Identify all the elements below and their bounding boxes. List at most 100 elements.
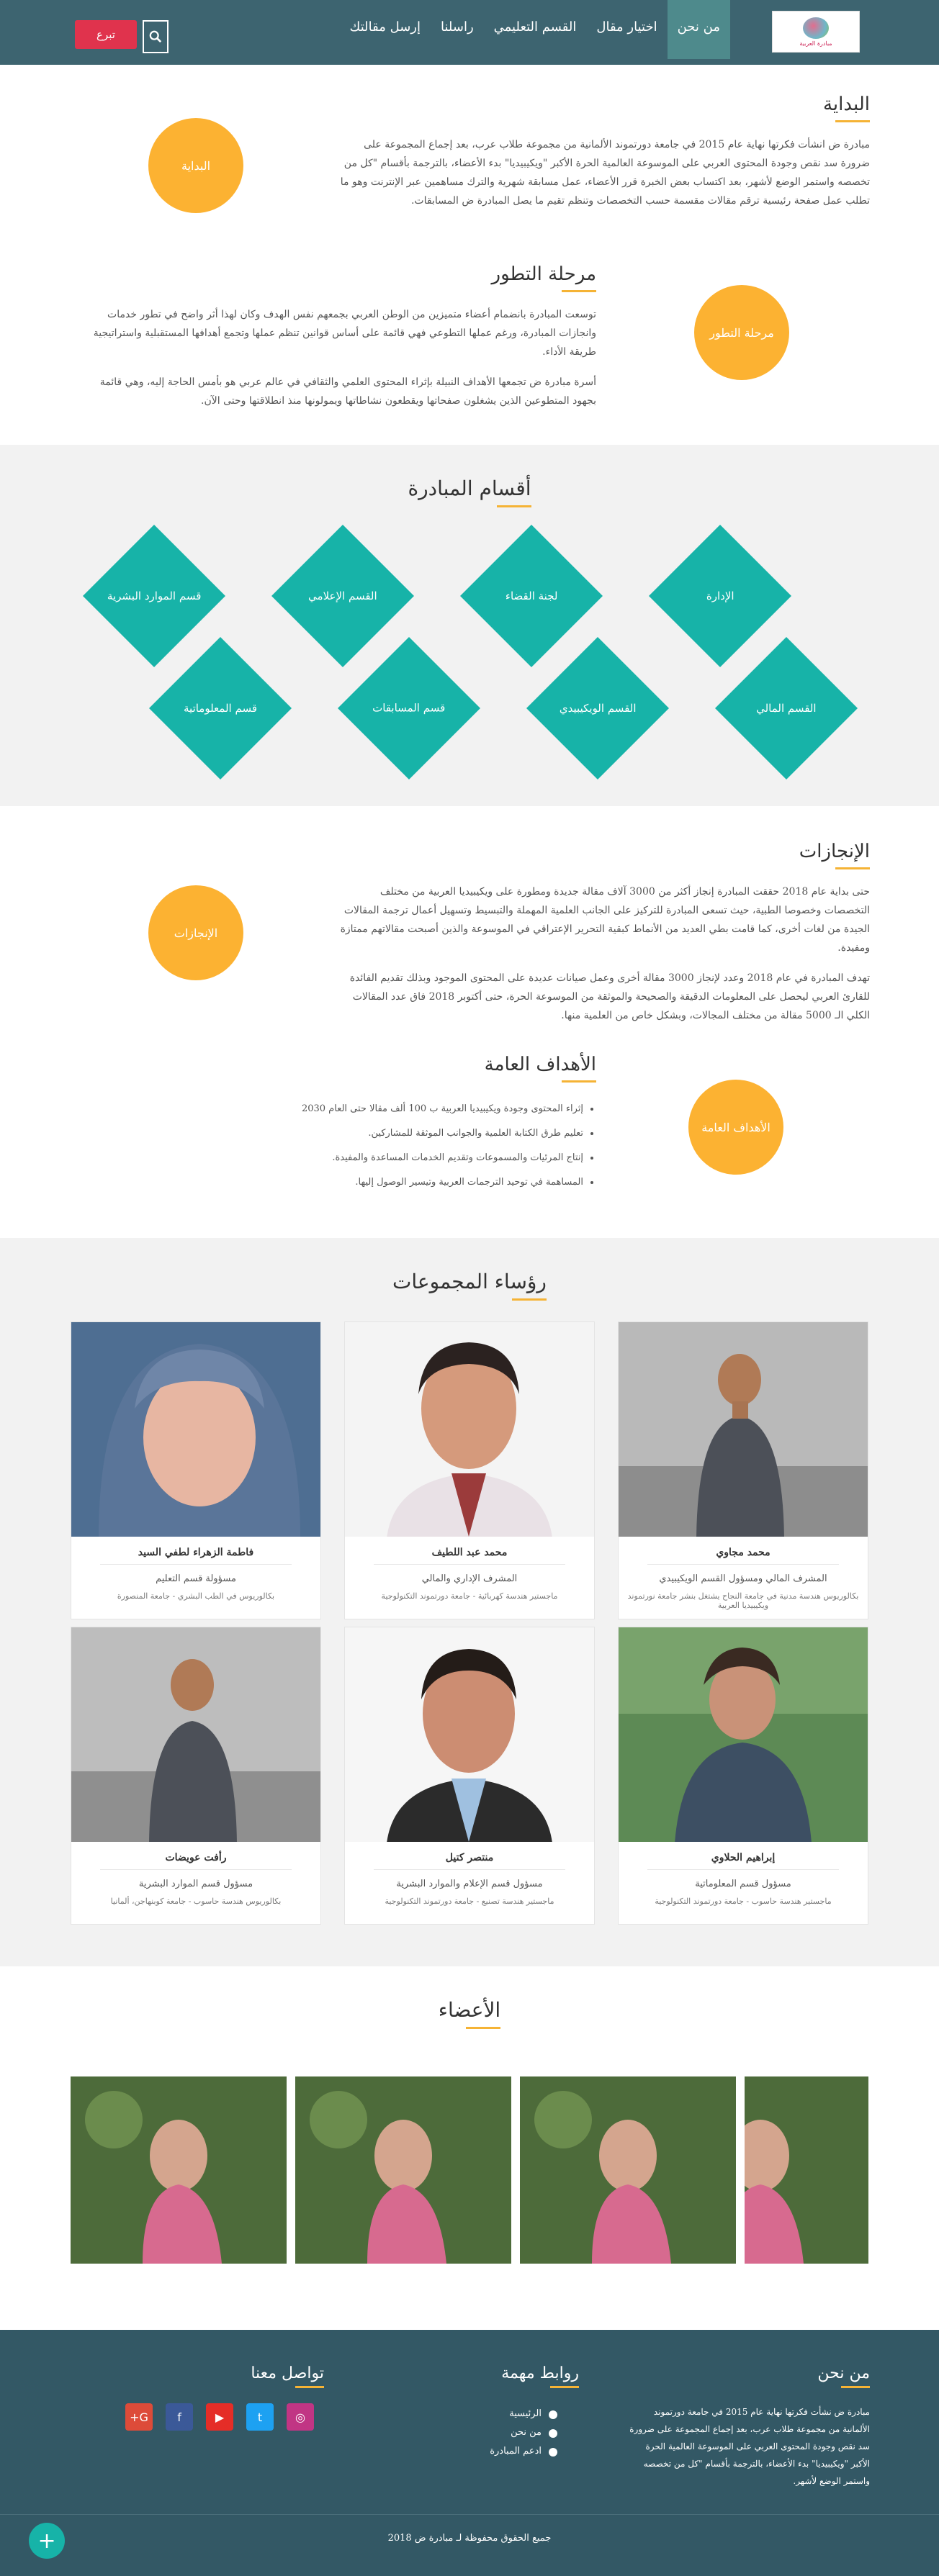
goal-item: إنتاج المرئيات والمسموعات وتقديم الخدمات… bbox=[78, 1146, 583, 1170]
goal-item: المساهمة في توحيد الترجمات العربية وتيسي… bbox=[78, 1170, 583, 1195]
achievements-circle: الإنجازات bbox=[148, 885, 243, 980]
dept-label: قسم المعلوماتية bbox=[183, 702, 258, 715]
members-header: الأعضاء bbox=[0, 1998, 939, 2029]
footer: من نحن مبادرة ض نشأت فكرتها نهاية عام 20… bbox=[0, 2330, 939, 2576]
member-photo[interactable] bbox=[520, 2076, 736, 2264]
google-plus-icon[interactable]: G+ bbox=[125, 2403, 153, 2431]
divider bbox=[647, 1869, 839, 1870]
head-name: محمد عبد اللطيف bbox=[431, 1547, 508, 1558]
main-menu: من نحن اختيار مقال القسم التعليمي راسلنا… bbox=[340, 0, 730, 65]
instagram-icon[interactable]: ◎ bbox=[287, 2403, 314, 2431]
head-card: محمد مجاوي المشرف المالي ومسؤول القسم ال… bbox=[618, 1321, 868, 1619]
dept-label: الإدارة bbox=[706, 589, 734, 603]
head-role: مسؤول قسم الموارد البشرية bbox=[138, 1879, 253, 1889]
growth-circle: مرحلة التطور bbox=[694, 285, 789, 380]
nav-contact[interactable]: راسلنا bbox=[431, 0, 484, 59]
growth-section: مرحلة التطور توسعت المبادرة بانضمام أعضا… bbox=[78, 263, 597, 410]
head-role: المشرف الإداري والمالي bbox=[421, 1573, 518, 1584]
twitter-icon[interactable]: t bbox=[246, 2403, 274, 2431]
footer-links: الرئيسية من نحن ادعم المبادرة bbox=[490, 2405, 557, 2461]
goals-list: إثراء المحتوى وجودة ويكيبيديا العربية ب … bbox=[78, 1097, 596, 1195]
head-card: رأفت عويضات مسؤول قسم الموارد البشرية بك… bbox=[71, 1627, 321, 1925]
search-button[interactable] bbox=[143, 20, 169, 53]
achievements-title: الإنجازات bbox=[799, 841, 871, 869]
head-photo bbox=[345, 1322, 594, 1537]
site-logo[interactable]: مبادرة العربية bbox=[772, 11, 860, 53]
members-title: الأعضاء bbox=[438, 1998, 501, 2029]
footer-link-support[interactable]: ادعم المبادرة bbox=[490, 2442, 557, 2461]
navbar: مبادرة العربية من نحن اختيار مقال القسم … bbox=[0, 0, 939, 65]
add-fab-button[interactable]: + bbox=[29, 2523, 65, 2559]
dept-label: لجنة القضاء bbox=[505, 589, 558, 603]
head-education: بكالوريوس هندسة مدنية في جامعة النجاح يش… bbox=[627, 1591, 859, 1610]
heads-header: رؤساء المجموعات bbox=[0, 1270, 939, 1301]
divider bbox=[647, 1564, 839, 1565]
member-photo[interactable] bbox=[745, 2076, 868, 2264]
departments-title: أقسام المبادرة bbox=[408, 476, 531, 507]
start-section: البداية مبادرة ض انشأت فكرتها نهاية عام … bbox=[337, 94, 871, 210]
head-name: منتصر كتيل bbox=[445, 1852, 494, 1863]
member-photo[interactable] bbox=[71, 2076, 287, 2264]
departments-header: أقسام المبادرة bbox=[0, 476, 939, 507]
member-photo[interactable] bbox=[295, 2076, 511, 2264]
logo-text: مبادرة العربية bbox=[799, 40, 832, 47]
head-photo bbox=[619, 1627, 868, 1842]
search-icon bbox=[149, 30, 162, 43]
head-name: رأفت عويضات bbox=[165, 1852, 227, 1863]
goal-item: تعليم طرق الكتابة العلمية والجوانب الموث… bbox=[78, 1121, 583, 1146]
footer-link-home[interactable]: الرئيسية bbox=[490, 2405, 557, 2423]
facebook-icon[interactable]: f bbox=[166, 2403, 193, 2431]
head-card: فاطمة الزهراء لطفي السيد مسؤولة قسم التع… bbox=[71, 1321, 321, 1619]
head-name: إبراهيم الحلاوي bbox=[711, 1852, 776, 1863]
goal-item: إثراء المحتوى وجودة ويكيبيديا العربية ب … bbox=[78, 1097, 583, 1121]
head-photo bbox=[71, 1322, 320, 1537]
start-title: البداية bbox=[822, 94, 871, 122]
donate-button[interactable]: تبرع bbox=[75, 20, 137, 49]
goals-circle: الأهداف العامة bbox=[688, 1080, 783, 1175]
divider bbox=[100, 1869, 292, 1870]
head-education: ماجستير هندسة كهربائية - جامعة دورتموند … bbox=[381, 1591, 558, 1601]
head-name: فاطمة الزهراء لطفي السيد bbox=[138, 1547, 254, 1558]
divider bbox=[374, 1869, 565, 1870]
nav-about[interactable]: من نحن bbox=[667, 0, 730, 59]
head-role: مسؤول قسم المعلوماتية bbox=[695, 1879, 791, 1889]
head-name: محمد مجاوي bbox=[716, 1547, 770, 1558]
head-role: المشرف المالي ومسؤول القسم الويكيبيدي bbox=[659, 1573, 827, 1584]
dept-label: القسم الإعلامي bbox=[308, 589, 377, 602]
footer-about-title: من نحن bbox=[817, 2364, 870, 2388]
plus-icon: + bbox=[37, 2528, 56, 2554]
head-card: محمد عبد اللطيف المشرف الإداري والمالي م… bbox=[344, 1321, 595, 1619]
head-photo bbox=[619, 1322, 868, 1537]
head-card: إبراهيم الحلاوي مسؤول قسم المعلوماتية ما… bbox=[618, 1627, 868, 1925]
head-role: مسؤول قسم الإعلام والموارد البشرية bbox=[396, 1879, 543, 1889]
head-card: منتصر كتيل مسؤول قسم الإعلام والموارد ال… bbox=[344, 1627, 595, 1925]
head-photo bbox=[345, 1627, 594, 1842]
growth-text-2: أسرة مبادرة ض تجمعها الأهداف النبيلة بإث… bbox=[99, 376, 596, 407]
divider bbox=[0, 2514, 939, 2515]
achievements-text-1: حتى بداية عام 2018 حققت المبادرة إنجاز أ… bbox=[340, 886, 870, 954]
start-circle: البداية bbox=[148, 118, 243, 213]
footer-link-about[interactable]: من نحن bbox=[490, 2423, 557, 2442]
nav-send-article[interactable]: إرسل مقالتك bbox=[340, 0, 431, 59]
dept-label: قسم المسابقات bbox=[372, 702, 446, 715]
dept-label: القسم الويكيبيدي bbox=[559, 702, 637, 715]
head-education: بكالوريوس في الطب البشري - جامعة المنصور… bbox=[117, 1591, 275, 1601]
head-role: مسؤولة قسم التعليم bbox=[156, 1573, 236, 1584]
dept-label: القسم المالي bbox=[756, 702, 817, 715]
head-photo bbox=[71, 1627, 320, 1842]
divider bbox=[374, 1564, 565, 1565]
copyright: جميع الحقوق محفوظة لـ مبادرة ض 2018 bbox=[387, 2533, 552, 2544]
heads-title: رؤساء المجموعات bbox=[392, 1270, 547, 1301]
goals-title: الأهداف العامة bbox=[484, 1054, 597, 1083]
start-text: مبادرة ض انشأت فكرتها نهاية عام 2015 في … bbox=[340, 139, 870, 207]
nav-education[interactable]: القسم التعليمي bbox=[484, 0, 587, 59]
goals-section: الأهداف العامة إثراء المحتوى وجودة ويكيب… bbox=[78, 1054, 597, 1195]
youtube-icon[interactable]: ▶ bbox=[206, 2403, 233, 2431]
divider bbox=[100, 1564, 292, 1565]
achievements-section: الإنجازات حتى بداية عام 2018 حققت المباد… bbox=[337, 841, 871, 1025]
nav-choose-article[interactable]: اختيار مقال bbox=[586, 0, 667, 59]
head-education: ماجستير هندسة تصنيع - جامعة دورتموند الت… bbox=[385, 1897, 554, 1906]
footer-links-title: روابط مهمة bbox=[501, 2364, 579, 2388]
dept-label: قسم الموارد البشرية bbox=[107, 589, 202, 602]
achievements-text-2: تهدف المبادرة في عام 2018 وعدد لإنجاز 30… bbox=[349, 972, 870, 1021]
